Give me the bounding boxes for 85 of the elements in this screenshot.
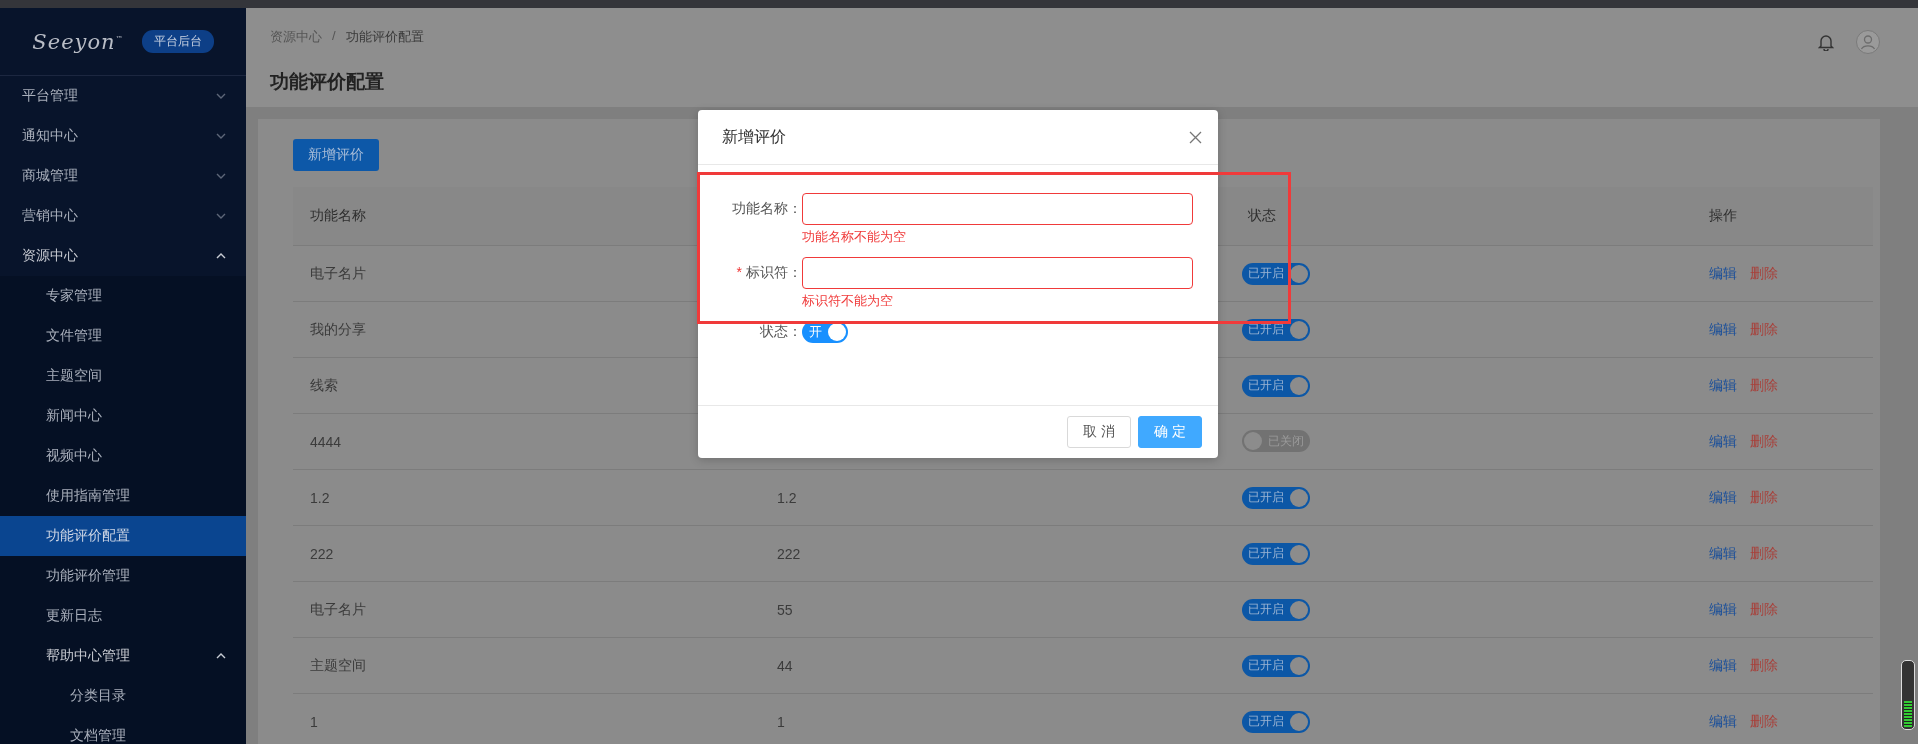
edit-link[interactable]: 编辑 xyxy=(1709,264,1737,281)
table-cell: 1 xyxy=(310,713,318,730)
menu-item[interactable]: 分类目录 xyxy=(0,676,246,716)
edit-link[interactable]: 编辑 xyxy=(1709,656,1737,673)
error-message: 标识符不能为空 xyxy=(802,292,894,310)
menu-item[interactable]: 视频中心 xyxy=(0,436,246,476)
cancel-button[interactable]: 取 消 xyxy=(1067,416,1131,448)
table-cell: 1.2 xyxy=(310,489,330,506)
table-cell: 222 xyxy=(310,545,334,562)
table-cell: 44 xyxy=(777,657,793,674)
input-field[interactable] xyxy=(802,257,1193,289)
menu-item[interactable]: 资源中心 xyxy=(0,236,246,276)
status-toggle[interactable]: 已开启 xyxy=(1242,486,1310,509)
edit-link[interactable]: 编辑 xyxy=(1709,488,1737,505)
status-toggle[interactable]: 已开启 xyxy=(1242,374,1310,397)
breadcrumb-separator: / xyxy=(332,28,336,45)
confirm-button[interactable]: 确 定 xyxy=(1138,416,1202,448)
badge: 平台后台 xyxy=(141,30,214,53)
dialog-title: 新增评价 xyxy=(722,126,786,147)
edit-link[interactable]: 编辑 xyxy=(1709,600,1737,617)
level-meter-icon xyxy=(1901,660,1915,730)
menu-item[interactable]: 帮助中心管理 xyxy=(0,636,246,676)
edit-link[interactable]: 编辑 xyxy=(1709,320,1737,337)
chevron-icon xyxy=(216,133,226,139)
delete-link[interactable]: 删除 xyxy=(1750,712,1778,729)
delete-link[interactable]: 删除 xyxy=(1750,432,1778,449)
delete-link[interactable]: 删除 xyxy=(1750,488,1778,505)
delete-link[interactable]: 删除 xyxy=(1750,600,1778,617)
field-label: 功能名称： xyxy=(732,200,802,216)
delete-link[interactable]: 删除 xyxy=(1750,656,1778,673)
menu-item[interactable]: 更新日志 xyxy=(0,596,246,636)
menu-item[interactable]: 通知中心 xyxy=(0,116,246,156)
edit-link[interactable]: 编辑 xyxy=(1709,544,1737,561)
column-header: 状态 xyxy=(1248,207,1276,223)
table-cell: 1 xyxy=(777,713,785,730)
menu-item[interactable]: 平台管理 xyxy=(0,76,246,116)
table-cell: 线索 xyxy=(310,376,338,393)
menu-item[interactable]: 专家管理 xyxy=(0,276,246,316)
table-cell: 4444 xyxy=(310,433,342,450)
menu-item[interactable]: 营销中心 xyxy=(0,196,246,236)
field-label: 标识符： xyxy=(746,264,802,280)
page-title: 功能评价配置 xyxy=(270,70,385,94)
delete-link[interactable]: 删除 xyxy=(1750,320,1778,337)
field-label: 状态： xyxy=(759,323,802,341)
chevron-icon xyxy=(216,253,226,259)
table-cell: 电子名片 xyxy=(310,264,366,281)
input-field[interactable] xyxy=(802,193,1193,225)
status-toggle[interactable]: 已开启 xyxy=(1242,262,1310,285)
menu-item[interactable]: 功能评价配置 xyxy=(0,516,246,556)
delete-link[interactable]: 删除 xyxy=(1750,544,1778,561)
add-evaluation-button[interactable]: 新增评价 xyxy=(293,139,379,171)
edit-link[interactable]: 编辑 xyxy=(1709,376,1737,393)
menu-item[interactable]: 文档管理 xyxy=(0,716,246,744)
chevron-icon xyxy=(216,93,226,99)
logo: Seeyon$^{™}$ xyxy=(32,29,124,54)
bell-icon[interactable] xyxy=(1818,33,1834,51)
menu-item[interactable]: 文件管理 xyxy=(0,316,246,356)
edit-link[interactable]: 编辑 xyxy=(1709,432,1737,449)
chevron-icon xyxy=(216,213,226,219)
menu-item[interactable]: 主题空间 xyxy=(0,356,246,396)
delete-link[interactable]: 删除 xyxy=(1750,376,1778,393)
edit-link[interactable]: 编辑 xyxy=(1709,712,1737,729)
menu-item[interactable]: 商城管理 xyxy=(0,156,246,196)
status-toggle[interactable]: 已开启 xyxy=(1242,598,1310,621)
menu-item[interactable]: 新闻中心 xyxy=(0,396,246,436)
menu-item[interactable]: 功能评价管理 xyxy=(0,556,246,596)
delete-link[interactable]: 删除 xyxy=(1750,264,1778,281)
table-cell: 1.2 xyxy=(777,489,797,506)
column-header: 功能名称 xyxy=(310,207,366,223)
table-cell: 55 xyxy=(777,601,793,618)
menu-item[interactable]: 使用指南管理 xyxy=(0,476,246,516)
breadcrumb-item: 功能评价配置 xyxy=(345,28,424,46)
required-mark: * xyxy=(736,264,742,280)
close-icon[interactable] xyxy=(1189,130,1202,144)
chevron-icon xyxy=(216,173,226,179)
table-cell: 我的分享 xyxy=(310,320,366,337)
table-cell: 电子名片 xyxy=(310,600,366,617)
status-toggle[interactable]: 已开启 xyxy=(1242,654,1310,677)
chevron-icon xyxy=(216,653,226,659)
column-header: 操作 xyxy=(1709,207,1737,223)
status-toggle[interactable]: 已开启 xyxy=(1242,542,1310,565)
error-message: 功能名称不能为空 xyxy=(802,228,907,246)
table-cell: 222 xyxy=(777,545,801,562)
status-toggle[interactable]: 已开启 xyxy=(1242,710,1310,733)
table-cell: 主题空间 xyxy=(310,656,366,673)
